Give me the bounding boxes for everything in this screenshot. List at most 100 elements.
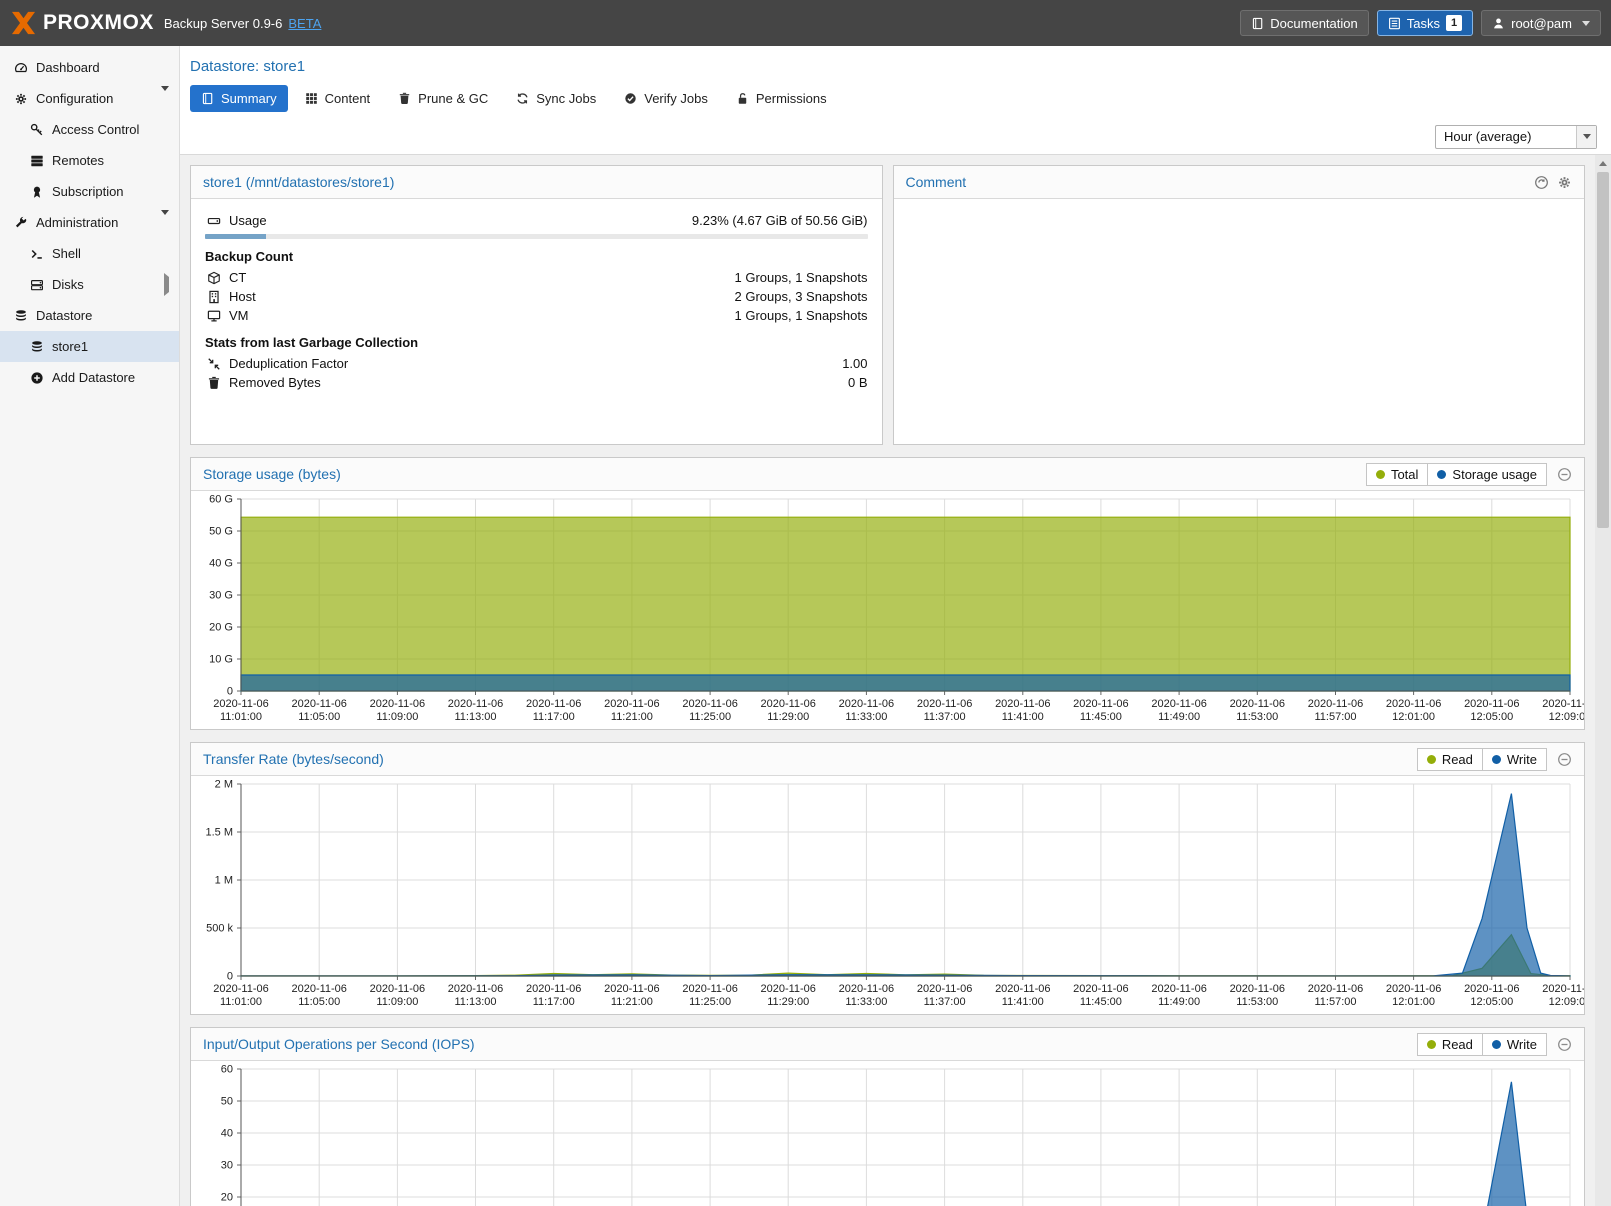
- svg-text:2020-11-06: 2020-11-06: [1386, 983, 1441, 995]
- minus-circle-icon[interactable]: [1557, 1037, 1572, 1052]
- iops-panel: Input/Output Operations per Second (IOPS…: [190, 1027, 1585, 1206]
- svg-text:0: 0: [227, 971, 233, 983]
- svg-text:2020-11-06: 2020-11-06: [1073, 983, 1128, 995]
- comment-body[interactable]: [894, 199, 1585, 223]
- svg-text:2020-11-06: 2020-11-06: [839, 698, 894, 710]
- sidebar-item-remotes[interactable]: Remotes: [0, 145, 179, 176]
- vertical-scrollbar[interactable]: [1595, 155, 1611, 1206]
- timeframe-value: Hour (average): [1436, 129, 1576, 144]
- svg-text:2020-11-06: 2020-11-06: [1151, 698, 1206, 710]
- tab-verify-jobs[interactable]: Verify Jobs: [613, 85, 719, 112]
- legend-item-read[interactable]: Read: [1417, 748, 1483, 771]
- expand-arrow-icon[interactable]: [164, 277, 169, 292]
- legend-item-write[interactable]: Write: [1483, 1033, 1547, 1056]
- legend-item-storage-usage[interactable]: Storage usage: [1428, 463, 1547, 486]
- legend-dot: [1427, 755, 1436, 764]
- gear-icon: [12, 92, 30, 106]
- tab-summary[interactable]: Summary: [190, 85, 288, 112]
- tab-content[interactable]: Content: [294, 85, 382, 112]
- beta-link[interactable]: BETA: [288, 16, 321, 31]
- timeframe-select[interactable]: Hour (average): [1435, 125, 1597, 149]
- svg-text:12:05:00: 12:05:00: [1470, 711, 1513, 723]
- database-icon: [12, 309, 30, 323]
- comment-panel: Comment: [893, 165, 1586, 445]
- svg-text:11:01:00: 11:01:00: [220, 996, 262, 1008]
- sidebar-item-add-datastore[interactable]: Add Datastore: [0, 362, 179, 393]
- combo-trigger[interactable]: [1576, 126, 1596, 148]
- svg-text:2020-11-06: 2020-11-06: [213, 983, 268, 995]
- minus-circle-icon[interactable]: [1557, 467, 1572, 482]
- usage-progressbar: [205, 234, 868, 239]
- svg-text:30 G: 30 G: [209, 590, 233, 602]
- sidebar-item-administration[interactable]: Administration: [0, 207, 179, 238]
- svg-text:11:49:00: 11:49:00: [1158, 996, 1200, 1008]
- hdd-icon: [205, 214, 223, 228]
- tasks-button[interactable]: Tasks 1: [1377, 10, 1473, 36]
- server-stack-icon: [28, 154, 46, 168]
- sidebar-item-subscription[interactable]: Subscription: [0, 176, 179, 207]
- svg-text:11:25:00: 11:25:00: [689, 711, 731, 723]
- svg-text:11:33:00: 11:33:00: [845, 711, 887, 723]
- legend-item-total[interactable]: Total: [1366, 463, 1428, 486]
- sidebar-item-disks[interactable]: Disks: [0, 269, 179, 300]
- user-menu-button[interactable]: root@pam: [1481, 10, 1601, 36]
- chevron-down-icon: [1583, 134, 1591, 139]
- svg-text:11:21:00: 11:21:00: [611, 711, 653, 723]
- svg-text:11:13:00: 11:13:00: [454, 711, 496, 723]
- iops-chart: 2020-11-0611:01:002020-11-0611:05:002020…: [191, 1061, 1584, 1206]
- svg-text:40 G: 40 G: [209, 558, 233, 570]
- svg-text:11:41:00: 11:41:00: [1002, 996, 1044, 1008]
- gear-icon[interactable]: [1557, 174, 1572, 190]
- book-icon: [1251, 17, 1264, 30]
- svg-text:2 M: 2 M: [215, 779, 233, 791]
- chart-svg: 2020-11-0611:01:002020-11-0611:05:002020…: [191, 776, 1584, 1014]
- svg-text:11:05:00: 11:05:00: [298, 996, 340, 1008]
- svg-text:2020-11-06: 2020-11-06: [995, 698, 1050, 710]
- tab-prune-gc[interactable]: Prune & GC: [387, 85, 499, 112]
- svg-text:11:29:00: 11:29:00: [767, 711, 809, 723]
- transfer-chart-title: Transfer Rate (bytes/second): [203, 751, 384, 767]
- sidebar-item-datastore[interactable]: Datastore: [0, 300, 179, 331]
- svg-text:2020-11-06: 2020-11-06: [1308, 983, 1363, 995]
- svg-text:2020-11-06: 2020-11-06: [1542, 698, 1584, 710]
- svg-text:11:37:00: 11:37:00: [924, 996, 966, 1008]
- tab-bar: Summary Content Prune & GC Sync Jobs Ver…: [190, 85, 1599, 119]
- sidebar-item-configuration[interactable]: Configuration: [0, 83, 179, 114]
- sidebar-item-shell[interactable]: Shell: [0, 238, 179, 269]
- svg-text:11:53:00: 11:53:00: [1236, 711, 1278, 723]
- sidebar-item-access-control[interactable]: Access Control: [0, 114, 179, 145]
- tab-sync-jobs[interactable]: Sync Jobs: [505, 85, 607, 112]
- svg-text:12:01:00: 12:01:00: [1392, 996, 1435, 1008]
- header-bar: PROXMOX Backup Server 0.9-6 BETA Documen…: [0, 0, 1611, 46]
- book-icon: [201, 92, 214, 105]
- sidebar: Dashboard Configuration Access Control R…: [0, 46, 180, 1206]
- usage-progress-fill: [205, 234, 266, 239]
- compress-icon: [205, 357, 223, 371]
- transfer-rate-panel: Transfer Rate (bytes/second) Read Write …: [190, 742, 1585, 1015]
- task-list-icon: [1388, 17, 1401, 30]
- svg-text:2020-11-06: 2020-11-06: [839, 983, 894, 995]
- sidebar-item-store1[interactable]: store1: [0, 331, 179, 362]
- svg-text:2020-11-06: 2020-11-06: [1230, 983, 1285, 995]
- svg-text:20 G: 20 G: [209, 622, 233, 634]
- collapse-arrow-icon[interactable]: [161, 215, 169, 230]
- documentation-button[interactable]: Documentation: [1240, 10, 1368, 36]
- monitor-icon: [205, 309, 223, 323]
- legend-item-read[interactable]: Read: [1417, 1033, 1483, 1056]
- sidebar-item-dashboard[interactable]: Dashboard: [0, 52, 179, 83]
- scrollbar-thumb[interactable]: [1597, 172, 1609, 528]
- reload-icon[interactable]: [1534, 174, 1549, 190]
- legend-dot: [1492, 755, 1501, 764]
- svg-text:50 G: 50 G: [209, 526, 233, 538]
- legend-item-write[interactable]: Write: [1483, 748, 1547, 771]
- svg-text:2020-11-06: 2020-11-06: [995, 983, 1050, 995]
- trash-icon: [205, 376, 223, 390]
- svg-text:11:17:00: 11:17:00: [533, 996, 575, 1008]
- tab-permissions[interactable]: Permissions: [725, 85, 838, 112]
- proxmox-logo: PROXMOX: [10, 11, 154, 35]
- collapse-arrow-icon[interactable]: [161, 91, 169, 106]
- svg-text:1.5 M: 1.5 M: [205, 827, 233, 839]
- scroll-up-arrow-icon[interactable]: [1595, 155, 1611, 171]
- minus-circle-icon[interactable]: [1557, 752, 1572, 767]
- vm-row: VM 1 Groups, 1 Snapshots: [205, 306, 868, 325]
